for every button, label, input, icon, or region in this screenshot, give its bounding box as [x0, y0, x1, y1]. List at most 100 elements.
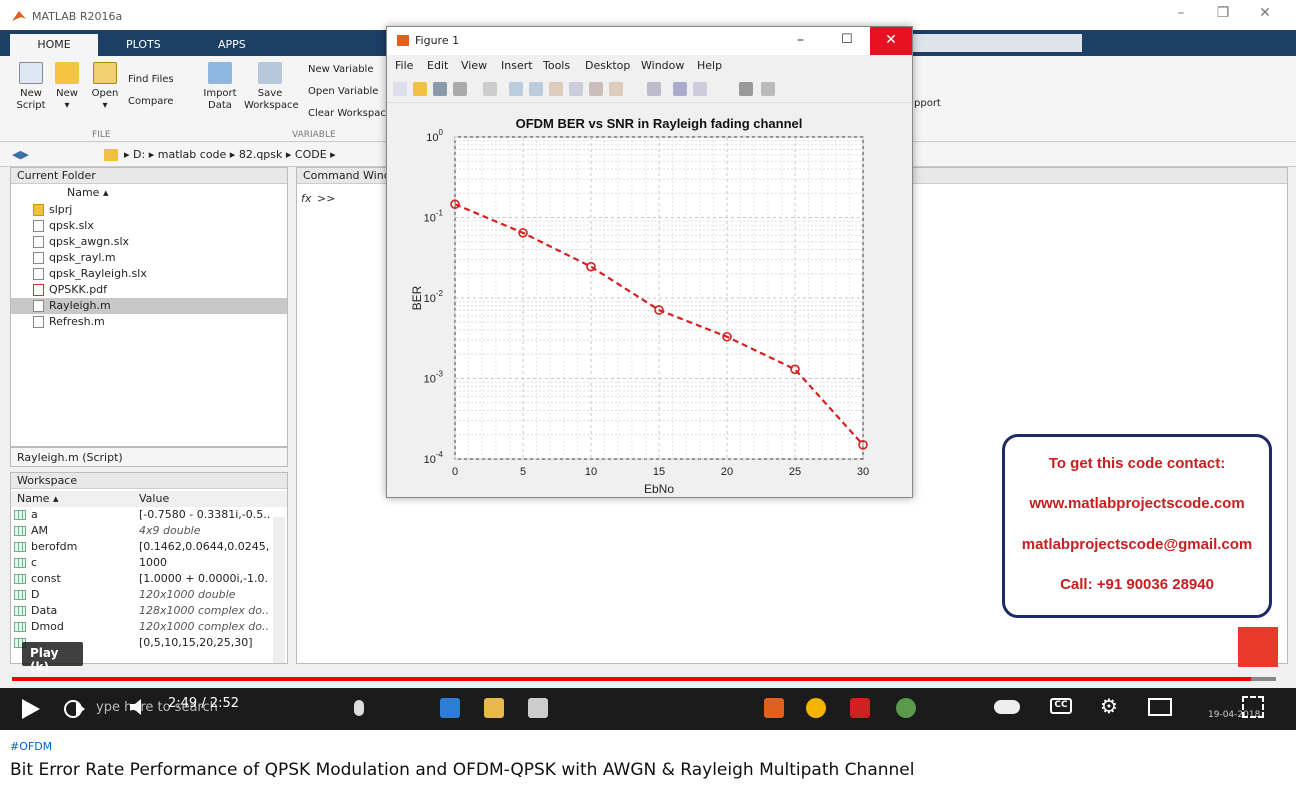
- minimize-button[interactable]: –: [1166, 5, 1196, 25]
- workspace-variable[interactable]: AM 4x9 double: [11, 523, 287, 539]
- workspace-variable[interactable]: a [-0.7580 - 0.3381i,-0.5...: [11, 507, 287, 523]
- workspace-variable[interactable]: Dmod 120x1000 complex do...: [11, 619, 287, 635]
- open-button[interactable]: Open ▾: [88, 62, 122, 112]
- hide-plot-tools-icon[interactable]: [739, 82, 753, 96]
- file-item[interactable]: qpsk_Rayleigh.slx: [11, 266, 287, 282]
- workspace-panel: Workspace Name ▴ Value a [-0.7580 - 0.338…: [10, 472, 288, 664]
- file-item[interactable]: Refresh.m: [11, 314, 287, 330]
- figure-window[interactable]: Figure 1 – ☐ ✕ File Edit View Insert Too…: [386, 26, 913, 498]
- variable-icon: [14, 526, 26, 536]
- file-item[interactable]: QPSKK.pdf: [11, 282, 287, 298]
- store-icon[interactable]: [528, 698, 548, 718]
- zoom-in-icon[interactable]: [509, 82, 523, 96]
- variable-value: [1.0000 + 0.0000i,-1.0...: [139, 572, 269, 585]
- acrobat-icon[interactable]: [850, 698, 870, 718]
- menu-file[interactable]: File: [395, 59, 413, 72]
- variable-value: 120x1000 double: [139, 588, 236, 601]
- variable-icon: [14, 558, 26, 568]
- workspace-variable[interactable]: c 1000: [11, 555, 287, 571]
- open-icon[interactable]: [413, 82, 427, 96]
- close-button[interactable]: ✕: [870, 27, 912, 55]
- pan-icon[interactable]: [549, 82, 563, 96]
- menu-tools[interactable]: Tools: [543, 59, 570, 72]
- microphone-icon[interactable]: [354, 700, 364, 716]
- tab-plots[interactable]: PLOTS: [108, 34, 179, 56]
- volume-icon[interactable]: [128, 696, 150, 718]
- brush-icon[interactable]: [609, 82, 623, 96]
- captions-icon[interactable]: CC: [1050, 698, 1072, 714]
- edge-icon[interactable]: [440, 698, 460, 718]
- save-workspace-button[interactable]: Save Workspace: [244, 62, 299, 112]
- app-icon[interactable]: [896, 698, 916, 718]
- video-frame[interactable]: MATLAB R2016a – ❐ ✕ HOME PLOTS APPS New …: [0, 0, 1296, 730]
- menu-view[interactable]: View: [461, 59, 487, 72]
- quick-access-toolbar[interactable]: [912, 34, 1082, 52]
- legend-icon[interactable]: [693, 82, 707, 96]
- link-icon[interactable]: [647, 82, 661, 96]
- variable-value: 1000: [139, 556, 167, 569]
- file-item[interactable]: qpsk.slx: [11, 218, 287, 234]
- zoom-out-icon[interactable]: [529, 82, 543, 96]
- matlab-taskbar-icon[interactable]: [764, 698, 784, 718]
- new-button[interactable]: New ▾: [52, 62, 82, 112]
- close-button[interactable]: ✕: [1250, 5, 1280, 25]
- workspace-variable[interactable]: const [1.0000 + 0.0000i,-1.0...: [11, 571, 287, 587]
- fullscreen-icon[interactable]: [1242, 696, 1264, 718]
- new-variable-button[interactable]: New Variable: [308, 64, 373, 76]
- pointer-icon[interactable]: [483, 82, 497, 96]
- scrollbar[interactable]: [273, 517, 285, 663]
- colorbar-icon[interactable]: [673, 82, 687, 96]
- x-axis-label: EbNo: [644, 482, 674, 496]
- restore-button[interactable]: ❐: [1208, 5, 1238, 25]
- show-plot-tools-icon[interactable]: [761, 82, 775, 96]
- data-cursor-icon[interactable]: [589, 82, 603, 96]
- video-time: 2:49 / 2:52: [168, 696, 240, 711]
- back-forward-icon[interactable]: ◀▶: [12, 148, 29, 161]
- find-files-button[interactable]: Find Files: [128, 74, 174, 86]
- menu-insert[interactable]: Insert: [501, 59, 533, 72]
- panel-header: Workspace: [11, 473, 287, 489]
- file-item[interactable]: qpsk_rayl.m: [11, 250, 287, 266]
- hashtag-link[interactable]: #OFDM: [10, 740, 52, 753]
- save-icon[interactable]: [433, 82, 447, 96]
- details-bar[interactable]: Rayleigh.m (Script): [10, 447, 288, 467]
- tab-home[interactable]: HOME: [10, 34, 98, 56]
- menu-desktop[interactable]: Desktop: [585, 59, 630, 72]
- compare-button[interactable]: Compare: [128, 96, 173, 108]
- miniplayer-icon[interactable]: [1148, 698, 1172, 716]
- autoplay-toggle[interactable]: [994, 700, 1020, 714]
- import-data-button[interactable]: Import Data: [202, 62, 238, 112]
- new-figure-icon[interactable]: [393, 82, 407, 96]
- name-column-header[interactable]: Name ▴: [11, 184, 287, 202]
- file-item-selected[interactable]: Rayleigh.m: [11, 298, 287, 314]
- file-item[interactable]: slprj: [11, 202, 287, 218]
- print-icon[interactable]: [453, 82, 467, 96]
- workspace-variable[interactable]: berofdm [0.1462,0.0644,0.0245,...: [11, 539, 287, 555]
- variable-value: 128x1000 complex do...: [139, 604, 269, 617]
- matlab-logo-icon: [12, 11, 26, 21]
- minimize-button[interactable]: –: [797, 32, 804, 48]
- workspace-rows: a [-0.7580 - 0.3381i,-0.5... AM 4x9 double b…: [11, 507, 287, 651]
- menu-window[interactable]: Window: [641, 59, 684, 72]
- name-column-header[interactable]: Name ▴: [17, 491, 58, 507]
- settings-icon[interactable]: ⚙: [1100, 694, 1118, 718]
- open-variable-button[interactable]: Open Variable: [308, 86, 378, 98]
- m-file-icon: [33, 316, 44, 328]
- menu-help[interactable]: Help: [697, 59, 722, 72]
- file-item[interactable]: qpsk_awgn.slx: [11, 234, 287, 250]
- tab-apps[interactable]: APPS: [200, 34, 264, 56]
- next-icon[interactable]: [64, 698, 86, 720]
- maximize-button[interactable]: ☐: [841, 32, 853, 47]
- file-explorer-icon[interactable]: [484, 698, 504, 718]
- command-prompt: >>: [317, 192, 336, 205]
- chrome-icon[interactable]: [806, 698, 826, 718]
- new-script-button[interactable]: New Script: [14, 62, 48, 112]
- workspace-variable[interactable]: Data 128x1000 complex do...: [11, 603, 287, 619]
- simulink-file-icon: [33, 220, 44, 232]
- menu-edit[interactable]: Edit: [427, 59, 448, 72]
- clear-workspace-button[interactable]: Clear Workspace: [308, 108, 386, 120]
- rotate-icon[interactable]: [569, 82, 583, 96]
- value-column-header[interactable]: Value: [139, 491, 269, 507]
- play-icon[interactable]: [20, 698, 42, 720]
- workspace-variable[interactable]: D 120x1000 double: [11, 587, 287, 603]
